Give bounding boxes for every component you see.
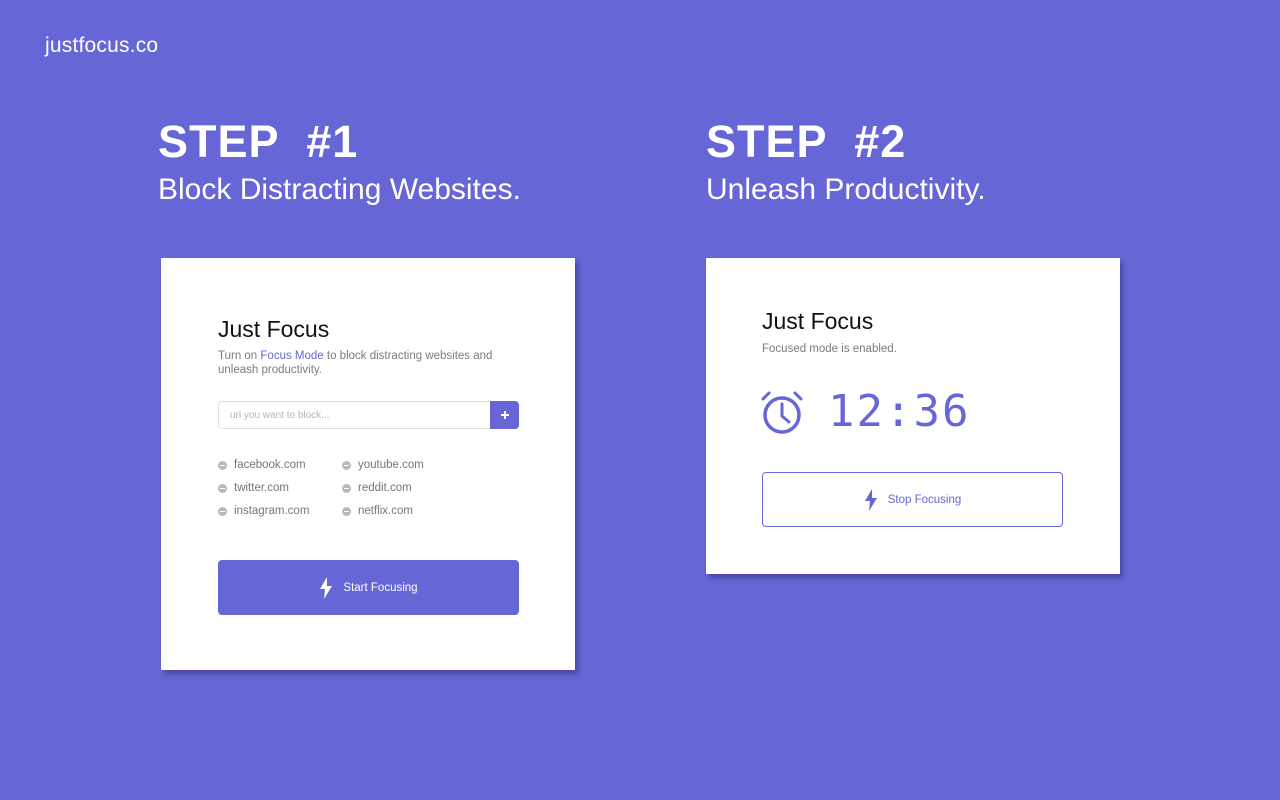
remove-icon[interactable] [342,460,351,470]
step-2-header: STEP #2 Unleash Productivity. [706,116,986,210]
card-title: Just Focus [218,316,330,342]
list-item: youtube.com [342,458,466,472]
site-label: youtube.com [358,459,424,471]
timer-value: 12:36 [828,386,971,437]
card-title: Just Focus [762,308,874,334]
remove-icon[interactable] [218,506,227,516]
blocked-sites-list: facebook.com youtube.com twitter.com red… [218,458,466,518]
stop-focusing-button[interactable]: Stop Focusing [762,472,1063,527]
lightning-icon [320,576,333,599]
site-label: instagram.com [234,505,310,517]
site-label: netflix.com [358,505,413,517]
step-1-subtitle: Block Distracting Websites. [158,173,521,206]
alarm-clock-icon [761,391,803,434]
remove-icon[interactable] [218,483,227,493]
url-block-form [218,401,519,429]
brand-logo[interactable]: justfocus.co [45,34,158,58]
block-sites-card: Just Focus Turn on Focus Mode to block d… [161,258,575,670]
step-1-header: STEP #1 Block Distracting Websites. [158,116,521,210]
description-text: Turn on [218,350,261,362]
focus-timer-card: Just Focus Focused mode is enabled. 12:3… [706,258,1120,574]
plus-icon [500,411,509,419]
site-label: reddit.com [358,482,412,494]
step-2-subtitle: Unleash Productivity. [706,173,986,206]
button-label: Start Focusing [343,581,418,594]
list-item: instagram.com [218,504,342,518]
step-1-title: STEP #1 [158,116,359,167]
timer-display: 12:36 [760,386,970,437]
add-url-button[interactable] [490,401,519,429]
url-input[interactable] [218,401,490,429]
site-label: facebook.com [234,459,306,471]
start-focusing-button[interactable]: Start Focusing [218,560,519,615]
site-label: twitter.com [234,482,289,494]
step-2-title: STEP #2 [706,116,907,167]
remove-icon[interactable] [218,460,227,470]
button-label: Stop Focusing [887,493,962,506]
list-item: netflix.com [342,504,466,518]
remove-icon[interactable] [342,483,351,493]
focus-status: Focused mode is enabled. [762,343,897,355]
list-item: reddit.com [342,481,466,495]
card-description: Turn on Focus Mode to block distracting … [218,349,498,377]
list-item: facebook.com [218,458,342,472]
remove-icon[interactable] [342,506,351,516]
lightning-icon [864,488,877,511]
list-item: twitter.com [218,481,342,495]
focus-mode-highlight: Focus Mode [260,350,324,362]
